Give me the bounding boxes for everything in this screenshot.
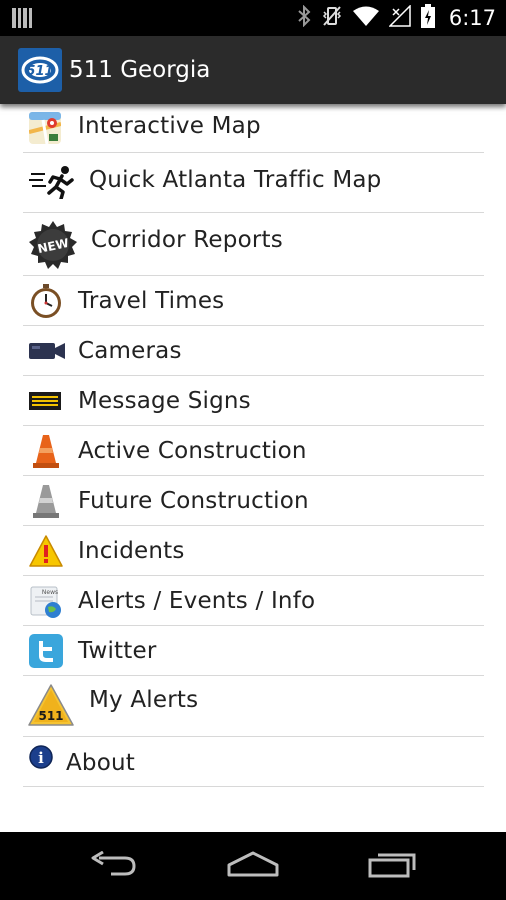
twitter-icon xyxy=(29,634,63,672)
menu-item-label: Future Construction xyxy=(78,488,309,514)
vibrate-icon xyxy=(321,5,343,31)
gray-cone-icon xyxy=(32,484,60,522)
back-icon xyxy=(89,850,137,881)
menu-item-label: Message Signs xyxy=(78,388,251,414)
menu-item-message-signs[interactable]: Message Signs xyxy=(23,376,484,426)
bluetooth-icon xyxy=(297,4,311,31)
stopwatch-icon xyxy=(29,284,63,322)
menu-item-label: Interactive Map xyxy=(78,113,261,139)
recent-apps-button[interactable] xyxy=(358,846,428,886)
wifi-icon xyxy=(352,6,379,30)
main-content: Interactive Map Quick Atlanta Traffic Ma… xyxy=(0,104,506,832)
menu-item-quick-atlanta-traffic-map[interactable]: Quick Atlanta Traffic Map xyxy=(23,153,484,213)
menu-item-my-alerts[interactable]: 511 My Alerts xyxy=(23,676,484,737)
recent-apps-icon xyxy=(368,850,418,882)
news-globe-icon: News xyxy=(29,585,63,623)
home-icon xyxy=(226,851,280,881)
menu-list: Interactive Map Quick Atlanta Traffic Ma… xyxy=(23,104,484,787)
info-icon: i xyxy=(29,745,53,773)
menu-item-label: Travel Times xyxy=(78,288,225,314)
alert-511-icon: 511 xyxy=(28,684,74,730)
menu-item-label: My Alerts xyxy=(89,687,199,713)
menu-item-label: Corridor Reports xyxy=(91,227,283,253)
menu-item-interactive-map[interactable]: Interactive Map xyxy=(23,104,484,153)
warning-icon xyxy=(29,535,63,571)
menu-item-future-construction[interactable]: Future Construction xyxy=(23,476,484,526)
signal-icon xyxy=(388,4,411,31)
runner-icon xyxy=(29,165,75,203)
orange-cone-icon xyxy=(32,434,60,472)
menu-item-label: About xyxy=(66,750,136,776)
menu-item-cameras[interactable]: Cameras xyxy=(23,326,484,376)
home-button[interactable] xyxy=(218,846,288,886)
menu-item-label: Cameras xyxy=(78,338,182,364)
news-icon-text: News xyxy=(42,589,58,596)
battery-icon xyxy=(420,4,435,32)
status-time: 6:17 xyxy=(448,6,496,30)
app-logo-icon[interactable]: 511 xyxy=(18,48,62,92)
info-icon-text: i xyxy=(38,749,44,767)
alert-511-text: 511 xyxy=(38,709,63,723)
menu-item-about[interactable]: i About xyxy=(23,737,484,787)
menu-item-label: Active Construction xyxy=(78,438,307,464)
navigation-bar xyxy=(0,832,506,900)
menu-item-label: Alerts / Events / Info xyxy=(78,588,316,614)
menu-item-label: Quick Atlanta Traffic Map xyxy=(89,167,382,193)
menu-item-label: Incidents xyxy=(78,538,185,564)
menu-item-travel-times[interactable]: Travel Times xyxy=(23,276,484,326)
back-button[interactable] xyxy=(78,846,148,886)
app-bar: 511 511 Georgia xyxy=(0,36,506,104)
menu-item-alerts-events-info[interactable]: News Alerts / Events / Info xyxy=(23,576,484,626)
map-icon xyxy=(28,112,62,148)
menu-item-incidents[interactable]: Incidents xyxy=(23,526,484,576)
camera-icon xyxy=(29,342,65,364)
message-sign-icon xyxy=(29,392,61,414)
status-bar: 6:17 xyxy=(0,0,506,36)
menu-item-label: Twitter xyxy=(78,638,157,664)
new-badge-icon: NEW xyxy=(28,220,78,274)
app-logo-text: 511 xyxy=(26,64,53,79)
menu-item-twitter[interactable]: Twitter xyxy=(23,626,484,676)
barcode-icon xyxy=(12,8,34,32)
menu-item-corridor-reports[interactable]: NEW Corridor Reports xyxy=(23,213,484,276)
app-title: 511 Georgia xyxy=(69,57,211,83)
menu-item-active-construction[interactable]: Active Construction xyxy=(23,426,484,476)
